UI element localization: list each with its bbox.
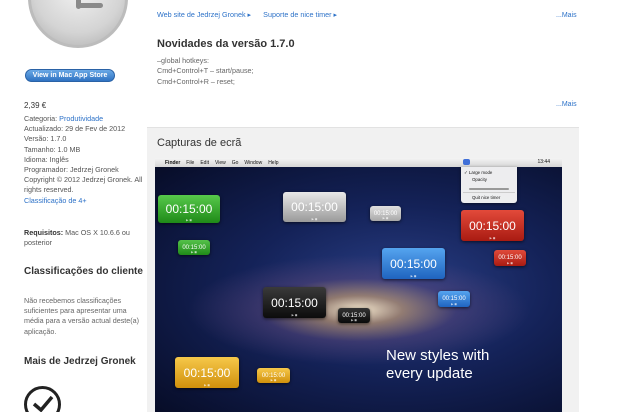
slogan-line: New styles with bbox=[386, 347, 490, 364]
timer-widget-black-small: 00:15:00 bbox=[338, 308, 370, 323]
view-in-store-button[interactable]: View in Mac App Store bbox=[25, 69, 115, 82]
whats-new-line: –global hotkeys: bbox=[157, 56, 209, 65]
menu-edit: Edit bbox=[200, 159, 209, 166]
opacity-item: Opacity bbox=[472, 177, 487, 182]
timer-widget-green-small: 00:15:00 bbox=[178, 240, 210, 255]
developer-website-link[interactable]: Web site de Jedrzej Gronek ▸ bbox=[157, 10, 251, 19]
timer-widget-red: 00:15:00 bbox=[461, 210, 524, 241]
timer-widget-silver-small: 00:15:00 bbox=[370, 206, 401, 221]
copyright-text: Copyright © 2012 Jedrzej Gronek. All rig… bbox=[24, 175, 143, 195]
main-content: Web site de Jedrzej Gronek ▸ Suporte de … bbox=[145, 0, 591, 412]
opacity-slider bbox=[469, 188, 509, 190]
right-margin bbox=[591, 0, 630, 412]
whats-new-line: Cmd+Control+T – start/pause; bbox=[157, 66, 254, 76]
whats-new-body: –global hotkeys: Cmd+Control+T – start/p… bbox=[157, 56, 254, 87]
support-link[interactable]: Suporte de nice timer ▸ bbox=[263, 10, 337, 19]
menu-window: Window bbox=[244, 159, 263, 166]
app-info-list: Categoria: Produtividade Actualizado: 29… bbox=[24, 114, 144, 206]
clock-hand-icon bbox=[77, 3, 103, 8]
timer-widget-yellow: 00:15:00 bbox=[175, 357, 239, 388]
app-sidebar: View in Mac App Store 2,39 € Categoria: … bbox=[0, 0, 145, 412]
age-rating-link[interactable]: Classificação de 4+ bbox=[24, 196, 144, 206]
category-link[interactable]: Produtividade bbox=[59, 114, 103, 123]
screenshots-title: Capturas de ecrã bbox=[157, 137, 242, 149]
timer-widget-black: 00:15:00 bbox=[263, 287, 326, 318]
quit-item: Quit nice timer bbox=[472, 195, 501, 200]
menu-finder: Finder bbox=[165, 159, 181, 166]
screenshot-slogan: New styles with every update bbox=[386, 347, 489, 383]
ratings-title: Classificações do cliente bbox=[24, 266, 143, 277]
updated-text: Actualizado: 29 de Fev de 2012 bbox=[24, 124, 126, 134]
app-clock-icon bbox=[28, 0, 128, 48]
timer-widget-silver: 00:15:00 bbox=[283, 192, 346, 222]
screenshots-section: Capturas de ecrã Finder File Edit View G… bbox=[147, 127, 579, 412]
menubar-clock: 13:44 bbox=[537, 159, 550, 165]
whats-new-title: Novidades da versão 1.7.0 bbox=[157, 38, 295, 50]
more-link-news[interactable]: ...Mais bbox=[556, 101, 577, 108]
timer-widget-red-small: 00:15:00 bbox=[494, 250, 526, 266]
slogan-line: every update bbox=[386, 365, 473, 382]
large-mode-item: ✓ Large mode bbox=[464, 170, 493, 175]
price: 2,39 € bbox=[24, 101, 47, 110]
category-label: Categoria: bbox=[24, 114, 60, 123]
timer-widget-blue: 00:15:00 bbox=[382, 248, 445, 279]
timer-widget-yellow-small: 00:15:00 bbox=[257, 368, 290, 383]
whats-new-line: Cmd+Control+R – reset; bbox=[157, 76, 235, 86]
screenshot-image[interactable]: Finder File Edit View Go Window Help 13:… bbox=[155, 158, 562, 412]
check-app-icon[interactable] bbox=[24, 386, 61, 412]
menu-file: File bbox=[186, 159, 195, 166]
menu-view: View bbox=[214, 159, 226, 166]
menu-go: Go bbox=[231, 159, 239, 166]
version-text: Versão: 1.7.0 bbox=[24, 134, 67, 144]
developer-text: Programador: Jedrzej Gronek bbox=[24, 165, 119, 175]
requirements: Requisitos: Mac OS X 10.6.6 ou posterior bbox=[24, 228, 142, 248]
menu-separator bbox=[463, 192, 515, 193]
timer-tray-icon bbox=[463, 159, 470, 165]
menu-help: Help bbox=[268, 159, 279, 166]
ratings-text: Não recebemos classificações suficientes… bbox=[24, 296, 140, 336]
timer-widget-blue-small: 00:15:00 bbox=[438, 291, 470, 307]
timer-dropdown-menu: ✓ Large mode Opacity Quit nice timer bbox=[461, 167, 517, 203]
timer-widget-green: 00:15:00 bbox=[158, 195, 220, 223]
size-text: Tamanho: 1.0 MB bbox=[24, 144, 81, 154]
requirements-label: Requisitos: bbox=[24, 228, 64, 237]
developer-links: Web site de Jedrzej Gronek ▸ Suporte de … bbox=[157, 10, 347, 19]
language-text: Idioma: Inglês bbox=[24, 154, 69, 164]
mac-menubar: Finder File Edit View Go Window Help 13:… bbox=[155, 158, 562, 167]
more-link[interactable]: ...Mais bbox=[556, 12, 577, 19]
more-from-title: Mais de Jedrzej Gronek bbox=[24, 356, 136, 367]
